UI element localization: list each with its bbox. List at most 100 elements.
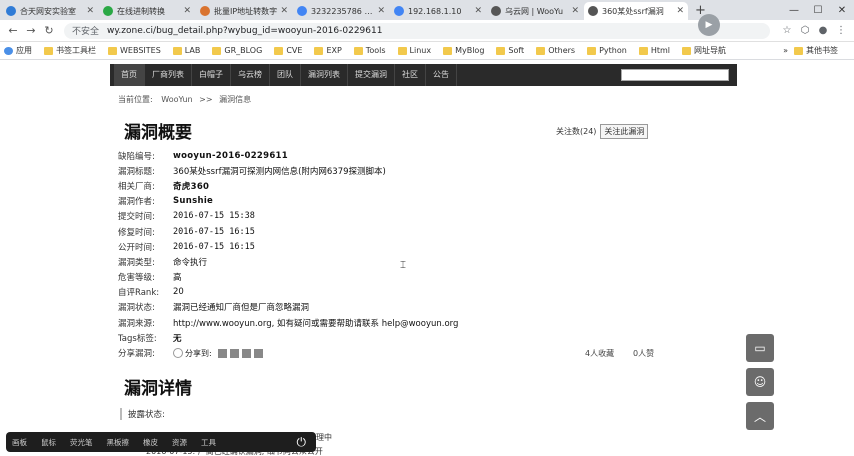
site-nav-item[interactable]: 团队 [270, 64, 301, 86]
info-row: 修复时间: 2016-07-15 16:15 [118, 224, 678, 239]
folder-icon [496, 46, 506, 55]
back-icon[interactable]: ← [4, 24, 22, 37]
tab-favicon-icon [103, 6, 113, 16]
close-tab-icon[interactable]: ✕ [280, 6, 288, 16]
star-icon[interactable]: ☆ [778, 25, 796, 36]
site-nav-item[interactable]: 乌云榜 [231, 64, 270, 86]
browser-tab[interactable]: 3232235786 - G ✕ [293, 2, 389, 20]
share-qzone-icon[interactable] [229, 348, 239, 358]
bookmark-item[interactable]: GR_BLOG [212, 46, 262, 55]
favorite-count[interactable]: 4人收藏 [585, 348, 614, 359]
site-nav-item[interactable]: 公告 [426, 64, 457, 86]
video-tool[interactable]: 资源 [172, 437, 187, 448]
video-tool[interactable]: 荧光笔 [70, 437, 93, 448]
video-tool[interactable]: 黑板擦 [107, 437, 130, 448]
url-input[interactable]: 不安全 wy.zone.ci/bug_detail.php?wybug_id=w… [64, 22, 770, 39]
share-icon[interactable] [173, 348, 183, 359]
info-key: 修复时间: [118, 227, 155, 238]
site-nav-item[interactable]: 厂商列表 [145, 64, 192, 86]
bookmark-item[interactable]: Others [536, 46, 575, 55]
mouse-cursor-icon: ⌶ [400, 260, 406, 271]
folder-icon [397, 46, 407, 55]
bookmark-item[interactable]: 书签工具栏 [44, 45, 96, 56]
security-label: 不安全 [72, 27, 100, 37]
browser-tab[interactable]: 合天网安实验室 ✕ [2, 2, 98, 20]
site-nav-item[interactable]: 社区 [395, 64, 426, 86]
follow-button[interactable]: 关注此漏洞 [600, 124, 649, 139]
info-value: 命令执行 [173, 257, 208, 268]
other-bookmarks[interactable]: 其他书签 [794, 45, 838, 56]
video-tool[interactable]: 鼠标 [41, 437, 56, 448]
bookmark-item[interactable]: Soft [496, 46, 524, 55]
user-icon[interactable]: ☺ [746, 368, 774, 396]
breadcrumb-home[interactable]: WooYun [161, 95, 192, 104]
folder-icon [682, 46, 691, 55]
browser-tab[interactable]: 192.168.1.10 ✕ [390, 2, 486, 20]
info-row: 公开时间: 2016-07-15 16:15 [118, 239, 678, 254]
extension-icon[interactable]: ⬡ [796, 25, 814, 36]
share-more-icon[interactable] [253, 348, 263, 358]
bookmark-item[interactable]: Python [587, 46, 627, 55]
site-nav-item[interactable]: 提交漏洞 [348, 64, 395, 86]
site-search-input[interactable] [621, 69, 729, 81]
info-row: 相关厂商: 奇虎360 [118, 178, 678, 193]
chat-icon[interactable]: ▭ [746, 334, 774, 362]
bookmark-item[interactable]: LAB [172, 46, 200, 55]
close-tab-icon[interactable]: ✕ [183, 6, 191, 16]
share-wechat-icon[interactable] [241, 348, 251, 358]
folder-icon [536, 46, 546, 55]
bookmark-item[interactable]: EXP [314, 46, 342, 55]
play-icon[interactable]: ▶ [698, 14, 720, 36]
site-navigation: 首页 厂商列表 白帽子 乌云榜 团队 漏洞列表 提交漏洞 社区 公告 [110, 64, 737, 86]
share-weibo-icon[interactable] [217, 348, 227, 358]
info-value: 20 [173, 287, 184, 298]
close-window-icon[interactable]: ✕ [830, 5, 854, 16]
bookmarks-bar: 应用 书签工具栏 WEBSITES LAB GR_BLOG CVE EXP Tools Linu… [0, 42, 854, 60]
menu-icon[interactable]: ⋮ [832, 25, 850, 36]
bookmark-item[interactable]: Html [638, 46, 670, 55]
browser-tab[interactable]: 在线进制转换 ✕ [99, 2, 195, 20]
close-tab-icon[interactable]: ✕ [377, 6, 385, 16]
bookmark-item[interactable]: Tools [353, 46, 386, 55]
bug-info: 缺陷编号: wooyun-2016-0229611 漏洞标题: 360某处ssrf漏洞… [118, 148, 678, 361]
video-tool[interactable]: 画板 [12, 437, 27, 448]
more-bookmarks-icon[interactable]: » [783, 46, 788, 55]
info-value: 无 [173, 333, 182, 344]
site-nav-item[interactable]: 漏洞列表 [301, 64, 348, 86]
forward-icon[interactable]: → [22, 24, 40, 37]
video-toolbar: 画板 鼠标 荧光笔 黑板擦 橡皮 资源 工具 ⏻ [6, 432, 316, 452]
reload-icon[interactable]: ↻ [40, 24, 58, 37]
video-tool[interactable]: 橡皮 [143, 437, 158, 448]
site-nav-item[interactable]: 首页 [114, 64, 145, 86]
bookmark-item[interactable]: Linux [397, 46, 431, 55]
tab-title: 合天网安实验室 [20, 6, 76, 16]
site-nav-item[interactable]: 白帽子 [192, 64, 231, 86]
bookmark-item[interactable]: WEBSITES [108, 46, 161, 55]
page-content: 首页 厂商列表 白帽子 乌云榜 团队 漏洞列表 提交漏洞 社区 公告 当前位置: WooYun … [0, 60, 854, 456]
info-key: 自评Rank: [118, 288, 160, 299]
like-count[interactable]: 0人赞 [633, 348, 654, 359]
breadcrumb-current: 漏洞信息 [219, 95, 252, 104]
folder-icon [353, 46, 363, 55]
minimize-icon[interactable]: — [782, 5, 806, 16]
window-controls: — ☐ ✕ [782, 0, 854, 20]
bookmark-item[interactable]: MyBlog [443, 46, 484, 55]
browser-tab[interactable]: 360某处ssrf漏洞 ✕ [584, 2, 688, 20]
bookmark-item[interactable]: 网址导航 [682, 45, 726, 56]
close-tab-icon[interactable]: ✕ [474, 6, 482, 16]
share-to-label[interactable]: 分享到: [185, 348, 212, 359]
folder-icon [638, 46, 648, 55]
tab-favicon-icon [297, 6, 307, 16]
bookmark-item[interactable]: CVE [274, 46, 302, 55]
browser-tab[interactable]: 批量IP地址转数字 ✕ [196, 2, 292, 20]
video-tool[interactable]: 工具 [201, 437, 216, 448]
back-to-top-icon[interactable]: ︿ [746, 402, 774, 430]
close-tab-icon[interactable]: ✕ [86, 6, 94, 16]
browser-tab[interactable]: 乌云网 | WooYu ✕ [487, 2, 583, 20]
power-icon[interactable]: ⏻ [297, 435, 307, 450]
close-tab-icon[interactable]: ✕ [571, 6, 579, 16]
close-tab-icon[interactable]: ✕ [676, 6, 684, 16]
profile-icon[interactable]: ● [814, 25, 832, 36]
maximize-icon[interactable]: ☐ [806, 5, 830, 16]
bookmark-item[interactable]: 应用 [4, 45, 32, 56]
